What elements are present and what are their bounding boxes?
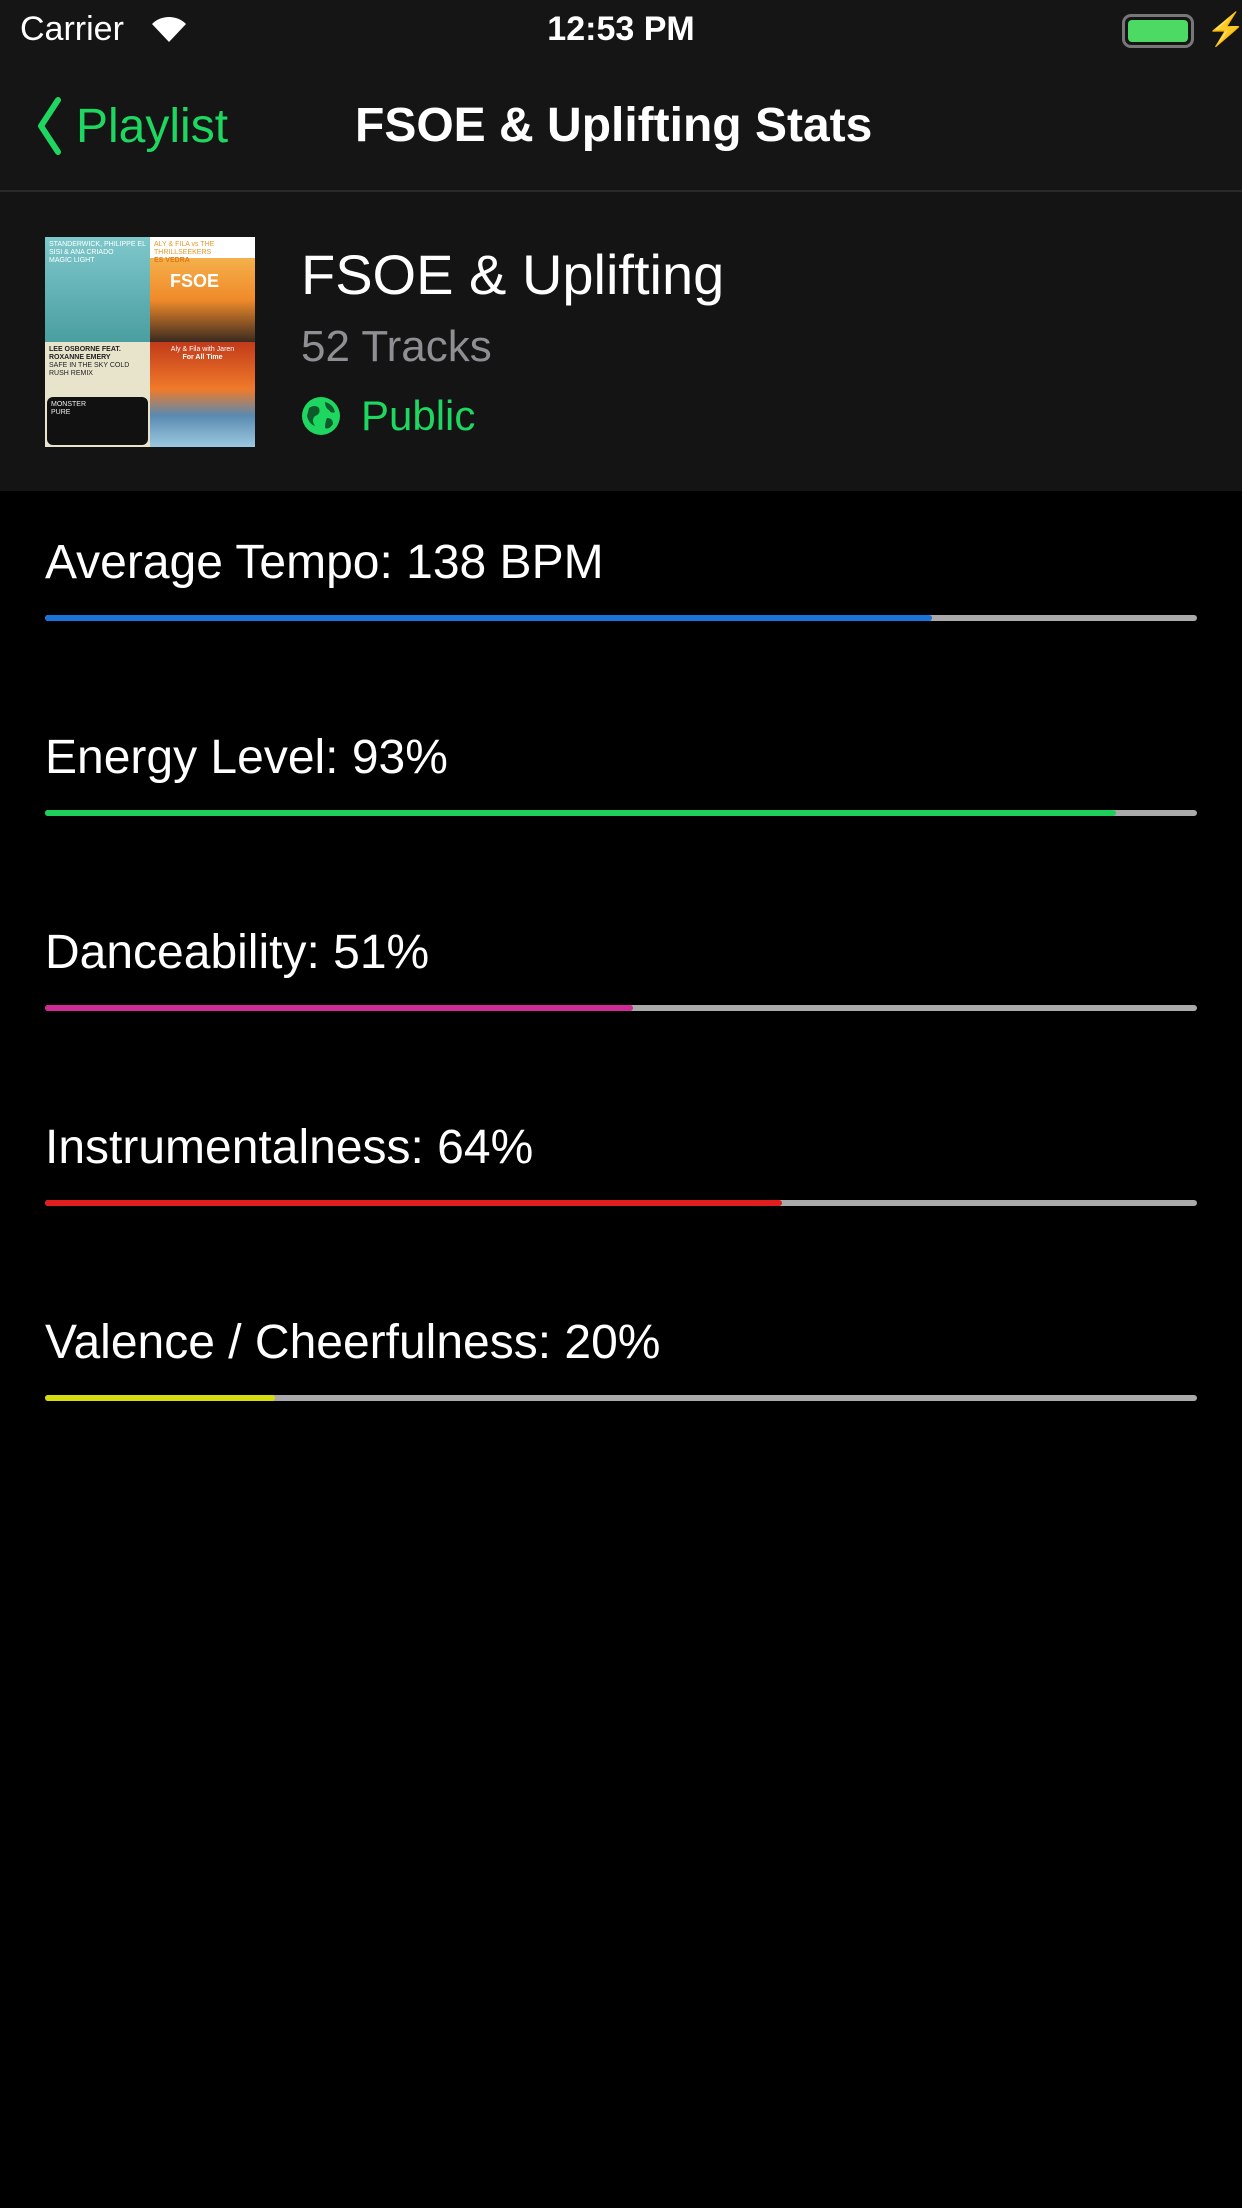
back-button[interactable]: Playlist (36, 96, 228, 156)
stat-label: Instrumentalness: 64% (45, 1121, 534, 1174)
playlist-name: FSOE & Uplifting (301, 243, 725, 306)
stat-item: Instrumentalness: 64% (45, 1120, 1197, 1206)
stat-label: Average Tempo: 138 BPM (45, 536, 604, 589)
stat-progress-fill (45, 810, 1117, 816)
stat-label: Energy Level: 93% (45, 731, 448, 784)
stat-item: Valence / Cheerfulness: 20% (45, 1315, 1197, 1401)
cover-text: ALY & FILA vs THE THRILLSEEKERS (154, 241, 215, 256)
playlist-header: STANDERWICK, PHILIPPE EL SISI & ANA CRIA… (0, 192, 1242, 491)
page-title: FSOE & Uplifting Stats (355, 99, 873, 152)
stat-progress-fill (45, 615, 933, 621)
cover-text: MONSTER (51, 401, 86, 408)
stat-item: Danceability: 51% (45, 925, 1197, 1011)
battery-icon (1122, 14, 1194, 48)
cover-text: STANDERWICK, PHILIPPE EL SISI & ANA CRIA… (49, 241, 146, 256)
stat-progress-fill (45, 1200, 783, 1206)
cover-text: ES VEDRA (154, 257, 190, 264)
charging-icon: ⚡ (1206, 11, 1242, 47)
cover-text: LEE OSBORNE FEAT. ROXANNE EMERY (49, 346, 121, 361)
cover-text: SAFE IN THE SKY COLD RUSH REMIX (49, 362, 130, 377)
cover-3: LEE OSBORNE FEAT. ROXANNE EMERY SAFE IN T… (45, 342, 150, 447)
cover-1: STANDERWICK, PHILIPPE EL SISI & ANA CRIA… (45, 237, 150, 342)
chevron-left-icon (38, 97, 61, 155)
cover-2: ALY & FILA vs THE THRILLSEEKERS ES VEDRA F… (150, 237, 255, 342)
stat-progress-fill (45, 1005, 633, 1011)
navigation-bar: Playlist FSOE & Uplifting Stats (0, 62, 1242, 192)
stat-item: Energy Level: 93% (45, 730, 1197, 816)
track-count: 52 Tracks (301, 322, 492, 371)
cover-text: Aly & Fila with Jaren (170, 346, 235, 353)
cover-text: MAGIC LIGHT (49, 257, 95, 264)
cover-text: PURE (51, 409, 71, 416)
visibility-status: Public (301, 392, 475, 440)
playlist-artwork: STANDERWICK, PHILIPPE EL SISI & ANA CRIA… (45, 237, 255, 447)
clock: 12:53 PM (547, 10, 695, 48)
globe-icon (302, 397, 340, 435)
stat-progress-track (45, 1395, 1197, 1401)
visibility-label: Public (361, 392, 476, 439)
cover-text: For All Time (182, 354, 223, 361)
stat-item: Average Tempo: 138 BPM (45, 535, 1197, 621)
stat-progress-track (45, 810, 1197, 816)
stat-progress-track (45, 1005, 1197, 1011)
stat-progress-track (45, 615, 1197, 621)
cover-4: Aly & Fila with Jaren For All Time (150, 342, 255, 447)
status-bar: Carrier 12:53 PM ⚡ (0, 0, 1242, 62)
back-label: Playlist (76, 99, 229, 153)
stat-progress-fill (45, 1395, 276, 1401)
stat-progress-track (45, 1200, 1197, 1206)
stat-label: Valence / Cheerfulness: 20% (45, 1316, 661, 1369)
fsoe-logo: FSOE (170, 271, 220, 291)
stat-label: Danceability: 51% (45, 926, 430, 979)
